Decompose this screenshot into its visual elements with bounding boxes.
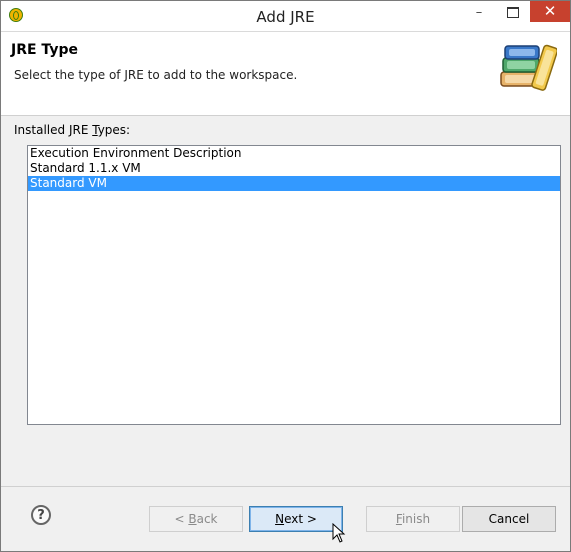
list-item-execution-environment[interactable]: Execution Environment Description [28,146,560,161]
mouse-pointer-icon [332,523,346,543]
finish-suffix: inish [401,512,431,526]
back-mnemonic: B [188,512,197,526]
close-button[interactable]: ✕ [530,1,570,22]
add-jre-dialog: Add JRE – ✕ JRE Type Select the type of … [0,0,571,552]
list-item-standard-vm[interactable]: Standard VM [28,176,560,191]
page-title: JRE Type [11,42,78,58]
back-prefix: < [174,512,189,526]
next-suffix: ext > [284,512,317,526]
next-button[interactable]: Next > [249,506,343,532]
page-description: Select the type of JRE to add to the wor… [14,68,298,82]
next-mnemonic: N [275,512,285,526]
jre-types-list[interactable]: Execution Environment Description Standa… [27,145,561,425]
label-prefix: Installed JRE [14,123,93,137]
title-bar[interactable]: Add JRE – ✕ [1,1,570,32]
maximize-button[interactable] [497,3,529,23]
back-suffix: ack [196,512,218,526]
maximize-icon [507,7,519,18]
minimize-button[interactable]: – [463,3,495,23]
help-button[interactable]: ? [31,505,51,525]
back-button[interactable]: < Back [149,506,243,532]
button-bar-divider [1,486,570,487]
installed-jre-types-label: Installed JRE Types: [14,123,130,137]
finish-button[interactable]: Finish [366,506,460,532]
list-item-standard-1-1-x-vm[interactable]: Standard 1.1.x VM [28,161,560,176]
cancel-button[interactable]: Cancel [462,506,556,532]
wizard-header: JRE Type Select the type of JRE to add t… [1,32,570,116]
library-books-icon [500,44,557,91]
label-suffix: ypes: [97,123,131,137]
